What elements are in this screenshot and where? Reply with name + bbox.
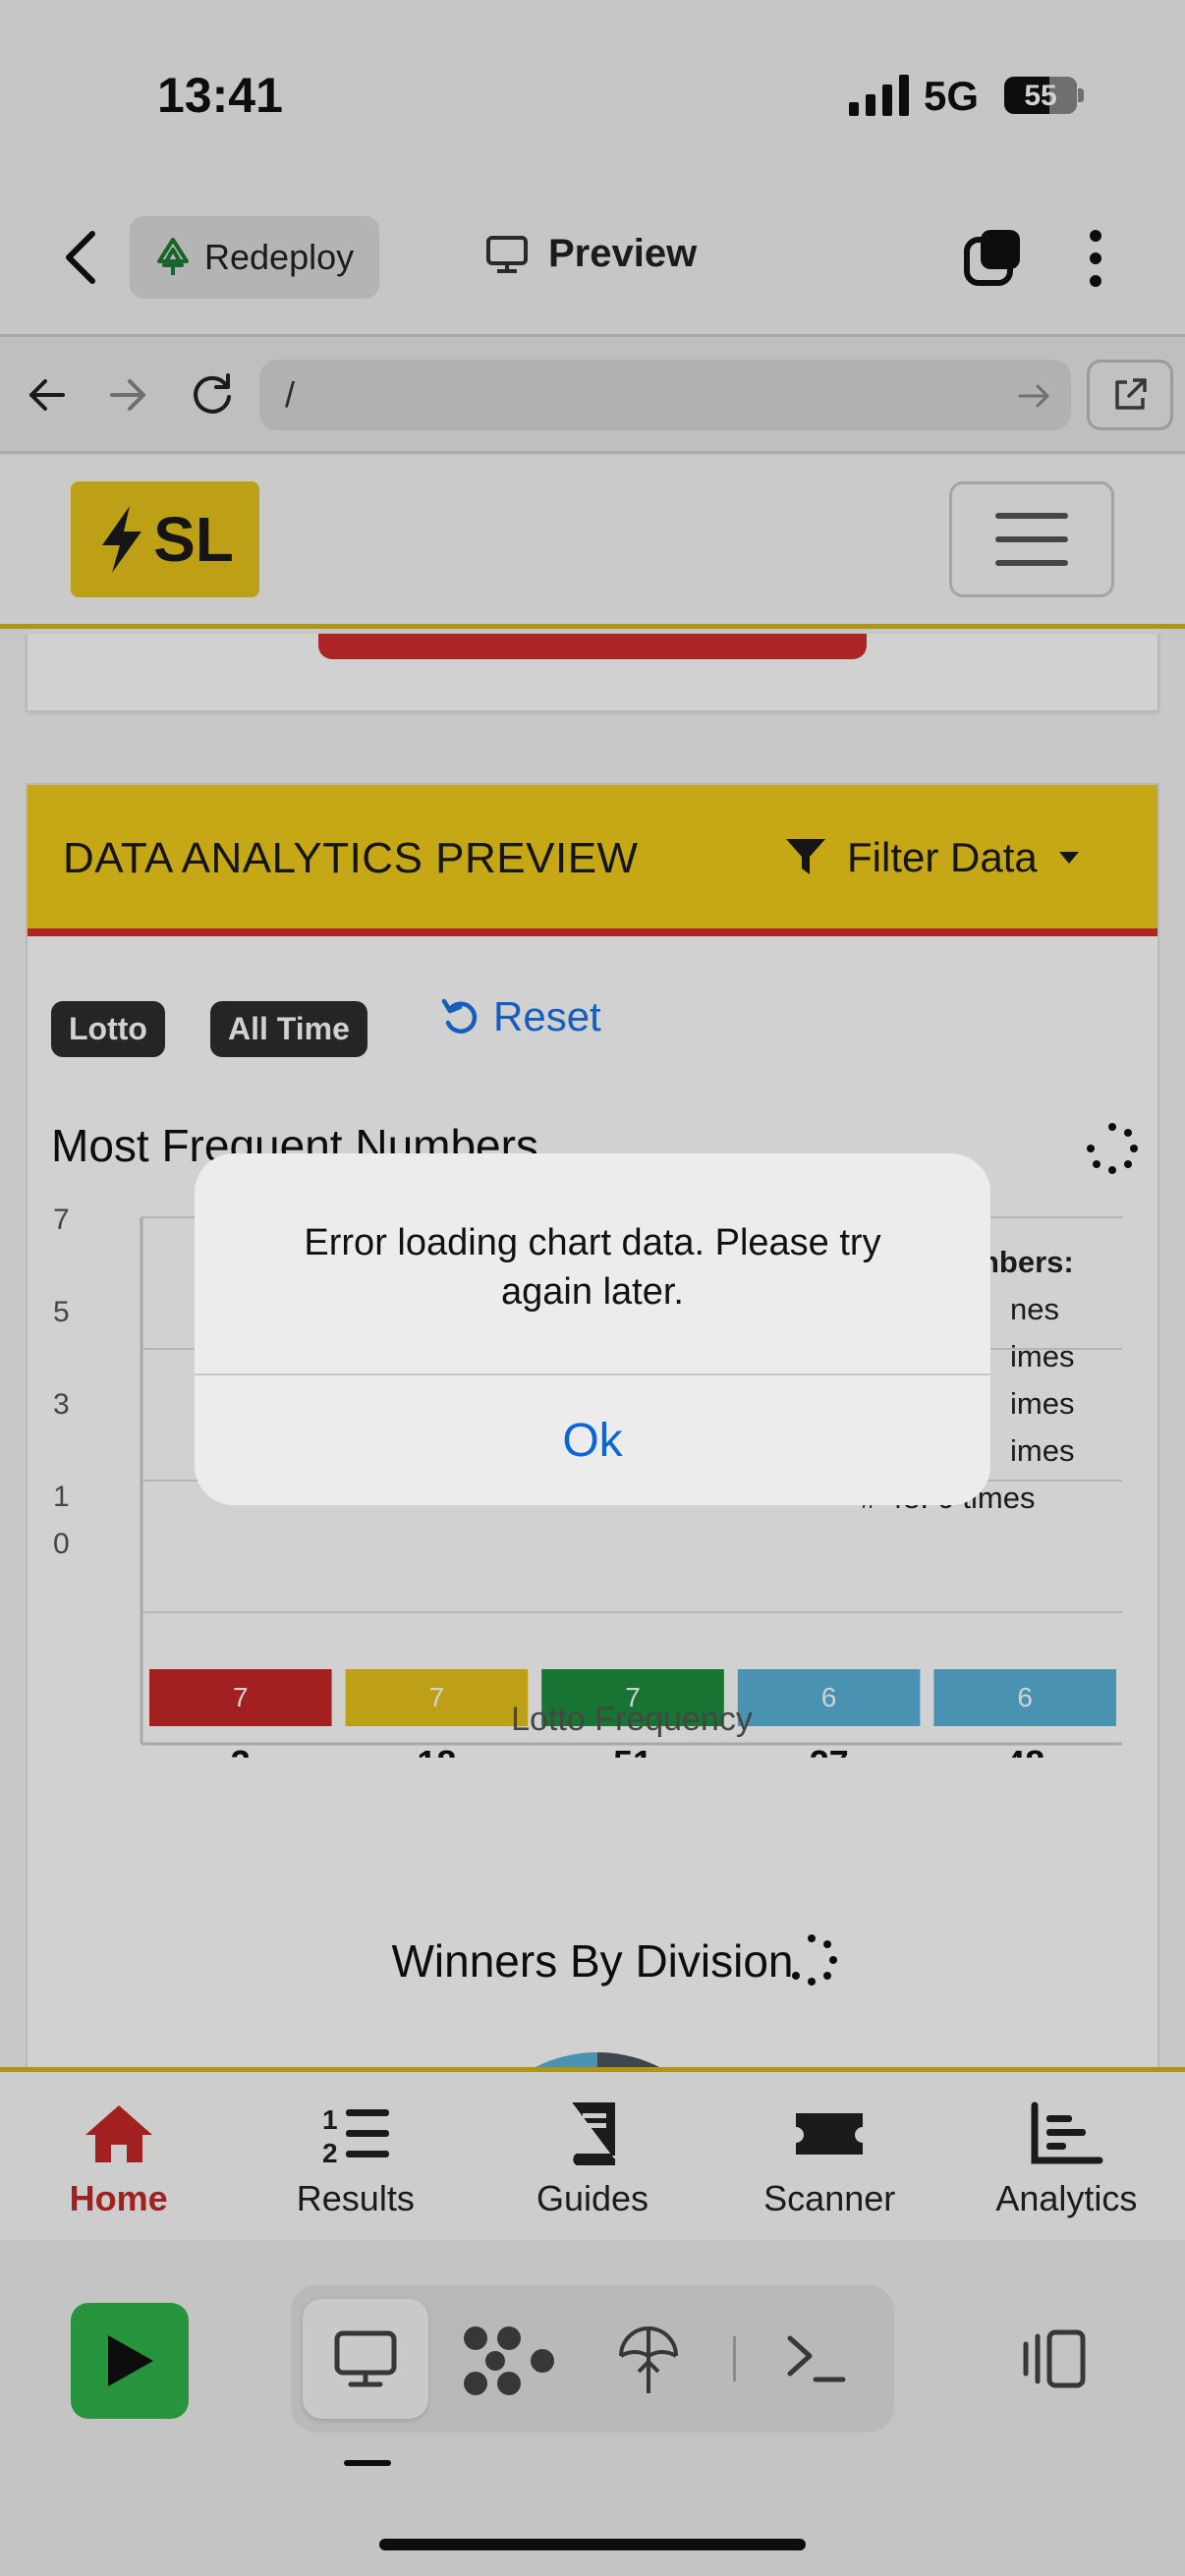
error-alert-dialog: Error loading chart data. Please try aga… bbox=[195, 1153, 990, 1505]
alert-message: Error loading chart data. Please try aga… bbox=[304, 1222, 881, 1313]
alert-ok-button[interactable]: Ok bbox=[195, 1375, 990, 1505]
